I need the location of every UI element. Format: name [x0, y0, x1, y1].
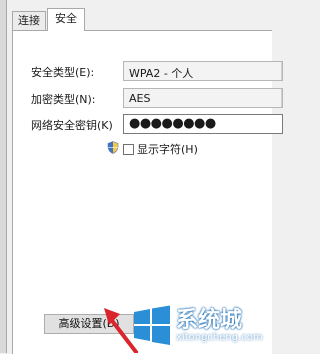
- security-key-row: 网络安全密钥(K) ●●●●●●●●: [13, 114, 283, 134]
- security-type-value: WPA2 - 个人: [129, 67, 194, 80]
- security-type-label: 安全类型(E):: [31, 66, 95, 79]
- window-frame-left: [0, 0, 7, 353]
- show-characters-checkbox[interactable]: [123, 144, 134, 155]
- dropdown-separator: [281, 89, 282, 107]
- tab-security[interactable]: 安全: [47, 8, 85, 31]
- encryption-type-row: 加密类型(N): AES: [13, 88, 283, 108]
- tab-bar: 连接 安全: [12, 8, 271, 31]
- security-key-label: 网络安全密钥(K): [31, 119, 113, 132]
- shield-icon: [107, 141, 119, 154]
- security-key-input[interactable]: ●●●●●●●●: [123, 114, 283, 134]
- encryption-type-dropdown[interactable]: AES: [123, 88, 283, 108]
- security-key-value: ●●●●●●●●: [129, 116, 216, 131]
- watermark-logo-icon: [134, 305, 170, 345]
- dropdown-separator: [281, 62, 282, 80]
- watermark-url: xitongcheng.com: [176, 332, 263, 343]
- encryption-type-value: AES: [129, 92, 151, 105]
- encryption-type-label: 加密类型(N):: [31, 93, 96, 106]
- watermark-title: 系统城: [176, 308, 243, 333]
- security-type-dropdown[interactable]: WPA2 - 个人: [123, 61, 283, 81]
- tab-connection[interactable]: 连接: [12, 11, 46, 30]
- show-characters-label[interactable]: 显示字符(H): [137, 141, 198, 157]
- security-type-row: 安全类型(E): WPA2 - 个人: [13, 61, 283, 81]
- watermark: 系统城 xitongcheng.com: [128, 298, 271, 353]
